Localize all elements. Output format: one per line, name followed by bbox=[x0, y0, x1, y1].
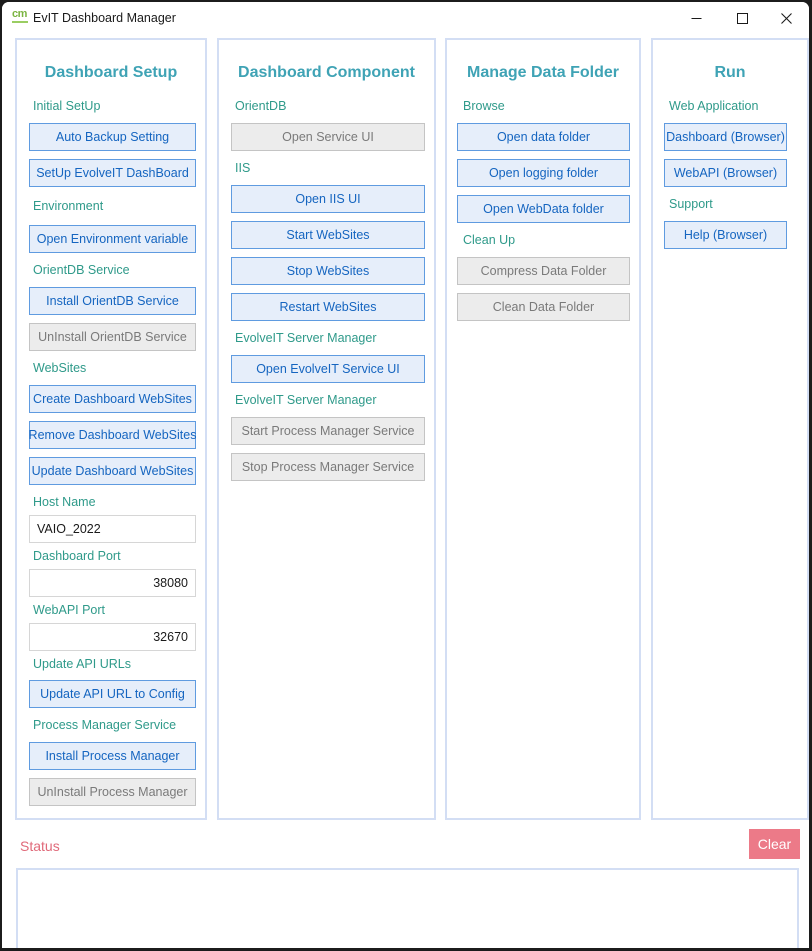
run-panel: Run Web Application Dashboard (Browser) … bbox=[651, 38, 809, 820]
remove-websites-button[interactable]: Remove Dashboard WebSites bbox=[29, 421, 196, 449]
open-data-folder-button[interactable]: Open data folder bbox=[457, 123, 630, 151]
support-label: Support bbox=[669, 197, 713, 211]
process-manager-label: Process Manager Service bbox=[33, 718, 177, 732]
title-bar[interactable]: cm EvIT Dashboard Manager bbox=[2, 2, 809, 34]
app-logo-text: cm bbox=[12, 8, 27, 20]
dashboard-port-field[interactable]: 38080 bbox=[29, 569, 196, 597]
uninstall-orientdb-button[interactable]: UnInstall OrientDB Service bbox=[29, 323, 196, 351]
environment-label: Environment bbox=[33, 199, 104, 213]
webapi-port-field[interactable]: 32670 bbox=[29, 623, 196, 651]
install-process-manager-button[interactable]: Install Process Manager bbox=[29, 742, 196, 770]
maximize-icon bbox=[736, 12, 748, 24]
open-service-ui-button[interactable]: Open Service UI bbox=[231, 123, 425, 151]
open-evolveit-service-ui-button[interactable]: Open EvolveIT Service UI bbox=[231, 355, 425, 383]
close-icon bbox=[780, 12, 792, 24]
host-name-label: Host Name bbox=[33, 495, 96, 509]
maximize-button[interactable] bbox=[719, 2, 765, 34]
stop-process-manager-service-button[interactable]: Stop Process Manager Service bbox=[231, 453, 425, 481]
setup-dashboard-button[interactable]: SetUp EvolveIT DashBoard bbox=[29, 159, 196, 187]
run-title: Run bbox=[714, 64, 746, 81]
initial-setup-label: Initial SetUp bbox=[33, 99, 101, 113]
clean-data-folder-button[interactable]: Clean Data Folder bbox=[457, 293, 630, 321]
manage-data-folder-panel: Manage Data Folder Browse Open data fold… bbox=[445, 38, 641, 820]
create-websites-button[interactable]: Create Dashboard WebSites bbox=[29, 385, 196, 413]
status-output[interactable] bbox=[16, 868, 799, 948]
server-manager-label-2: EvolveIT Server Manager bbox=[235, 393, 377, 407]
orientdb-service-label: OrientDB Service bbox=[33, 263, 130, 277]
window-title: EvIT Dashboard Manager bbox=[33, 11, 176, 25]
web-application-label: Web Application bbox=[669, 99, 759, 113]
auto-backup-button[interactable]: Auto Backup Setting bbox=[29, 123, 196, 151]
status-label: Status bbox=[20, 838, 60, 854]
webapi-browser-button[interactable]: WebAPI (Browser) bbox=[664, 159, 787, 187]
app-window: cm EvIT Dashboard Manager Dashboard Setu… bbox=[2, 2, 809, 948]
start-websites-button[interactable]: Start WebSites bbox=[231, 221, 425, 249]
restart-websites-button[interactable]: Restart WebSites bbox=[231, 293, 425, 321]
app-logo-icon: cm bbox=[12, 8, 28, 24]
orientdb-label: OrientDB bbox=[235, 99, 287, 113]
open-environment-button[interactable]: Open Environment variable bbox=[29, 225, 196, 253]
open-logging-folder-button[interactable]: Open logging folder bbox=[457, 159, 630, 187]
close-button[interactable] bbox=[763, 2, 809, 34]
dashboard-setup-panel: Dashboard Setup Initial SetUp Auto Backu… bbox=[15, 38, 207, 820]
websites-label: WebSites bbox=[33, 361, 87, 375]
open-iis-ui-button[interactable]: Open IIS UI bbox=[231, 185, 425, 213]
clean-up-label: Clean Up bbox=[463, 233, 516, 247]
manage-data-folder-title: Manage Data Folder bbox=[466, 64, 620, 81]
clear-button[interactable]: Clear bbox=[749, 829, 800, 859]
update-api-urls-label: Update API URLs bbox=[33, 657, 131, 671]
minimize-icon bbox=[691, 17, 701, 19]
update-websites-button[interactable]: Update Dashboard WebSites bbox=[29, 457, 196, 485]
install-orientdb-button[interactable]: Install OrientDB Service bbox=[29, 287, 196, 315]
stop-websites-button[interactable]: Stop WebSites bbox=[231, 257, 425, 285]
server-manager-label: EvolveIT Server Manager bbox=[235, 331, 377, 345]
dashboard-setup-title: Dashboard Setup bbox=[44, 64, 178, 81]
dashboard-component-title: Dashboard Component bbox=[238, 64, 415, 81]
iis-label: IIS bbox=[235, 161, 251, 175]
dashboard-browser-button[interactable]: Dashboard (Browser) bbox=[664, 123, 787, 151]
start-process-manager-service-button[interactable]: Start Process Manager Service bbox=[231, 417, 425, 445]
compress-data-folder-button[interactable]: Compress Data Folder bbox=[457, 257, 630, 285]
open-webdata-folder-button[interactable]: Open WebData folder bbox=[457, 195, 630, 223]
help-browser-button[interactable]: Help (Browser) bbox=[664, 221, 787, 249]
dashboard-component-panel: Dashboard Component OrientDB Open Servic… bbox=[217, 38, 436, 820]
webapi-port-label: WebAPI Port bbox=[33, 603, 106, 617]
dashboard-port-label: Dashboard Port bbox=[33, 549, 121, 563]
minimize-button[interactable] bbox=[673, 2, 719, 34]
browse-label: Browse bbox=[463, 99, 505, 113]
uninstall-process-manager-button[interactable]: UnInstall Process Manager bbox=[29, 778, 196, 806]
update-api-url-button[interactable]: Update API URL to Config bbox=[29, 680, 196, 708]
host-name-field[interactable]: VAIO_2022 bbox=[29, 515, 196, 543]
